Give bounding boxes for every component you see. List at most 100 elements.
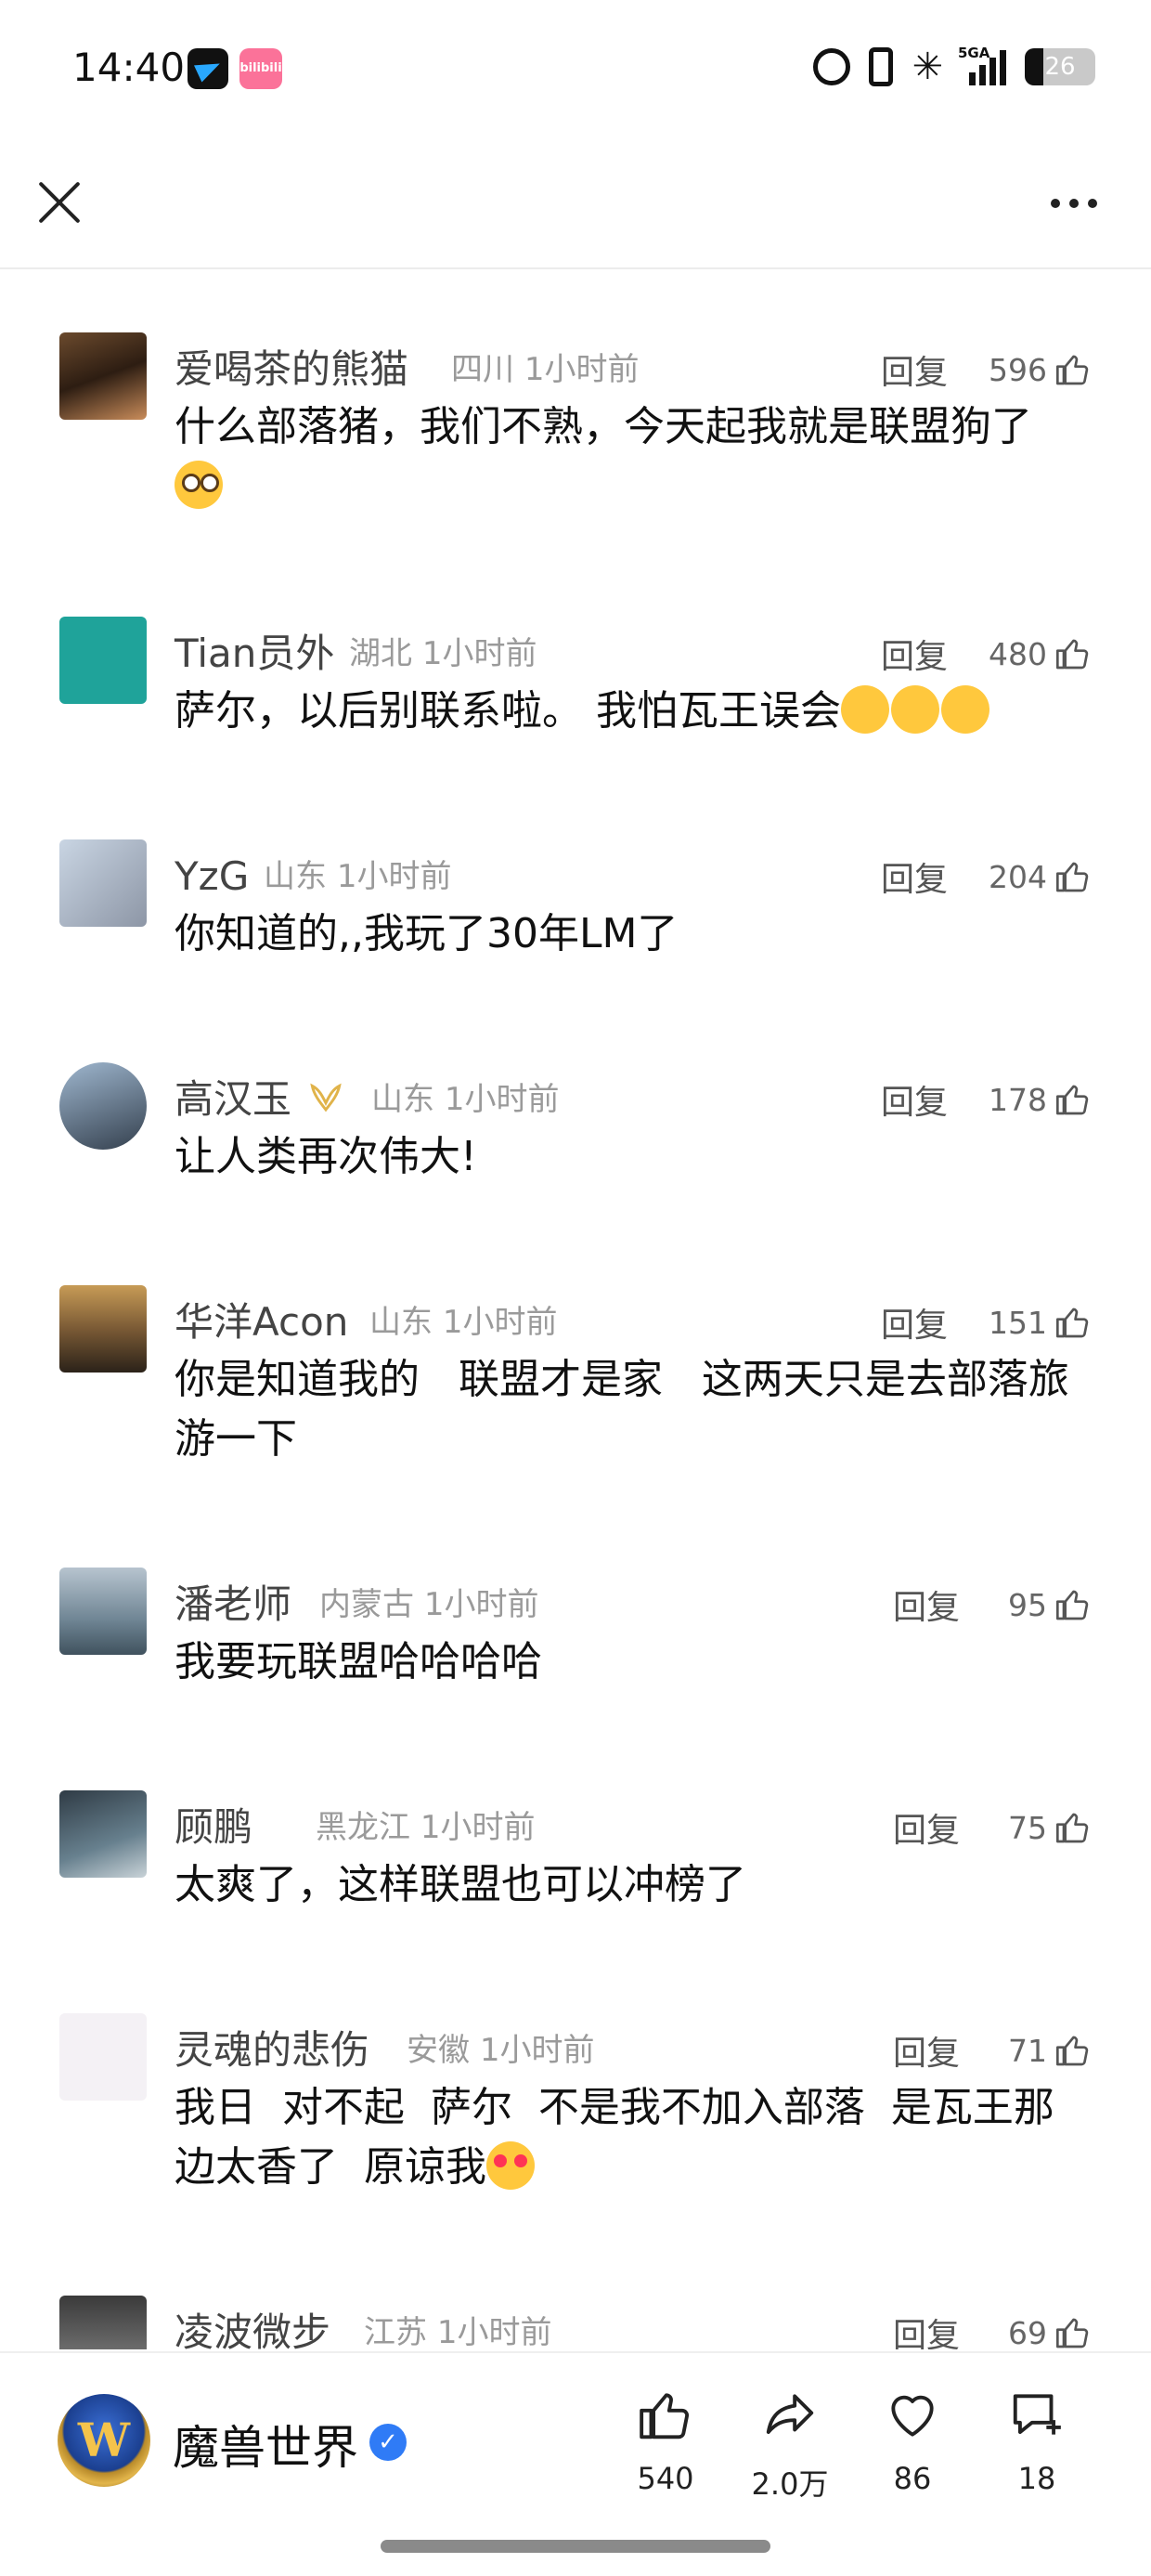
reply-button[interactable]: 回复 xyxy=(881,345,948,394)
thumbs-up-icon[interactable] xyxy=(1054,351,1092,388)
like-count: 178 xyxy=(989,1081,1047,1118)
reply-button[interactable]: 回复 xyxy=(881,630,948,678)
comment-meta: 内蒙古 1小时前 xyxy=(319,1577,538,1633)
thumbs-up-icon[interactable] xyxy=(1054,2314,1092,2349)
pleading-face-icon xyxy=(175,461,223,509)
loudly-crying-face-icon xyxy=(941,685,989,734)
comment-text: 萨尔，以后别联系啦。 我怕瓦王误会 xyxy=(175,682,1093,741)
favorite-button[interactable]: 86 xyxy=(861,2387,963,2496)
comment-location: 江苏 xyxy=(364,2314,427,2349)
comment-meta: 山东 1小时前 xyxy=(369,1295,557,1350)
comment-text: 我要玩联盟哈哈哈哈 xyxy=(175,1638,542,1685)
avatar[interactable] xyxy=(59,839,147,927)
favorite-count: 86 xyxy=(893,2461,932,2496)
like-count: 540 xyxy=(637,2461,694,2496)
heart-icon xyxy=(891,2395,934,2437)
avatar[interactable] xyxy=(59,332,147,420)
comment-button[interactable]: 18 xyxy=(986,2387,1088,2496)
vip-ribbon-icon xyxy=(310,1083,342,1112)
bilibili-notification-icon: bilibili xyxy=(239,48,282,89)
commenter-name[interactable]: 潘老师 xyxy=(175,1577,291,1633)
avatar[interactable] xyxy=(59,617,147,704)
like-button[interactable]: 540 xyxy=(614,2387,717,2496)
avatar[interactable] xyxy=(59,1568,147,1655)
close-icon[interactable] xyxy=(35,178,84,227)
commenter-name[interactable]: Tian员外 xyxy=(175,626,334,682)
thumbs-up-icon[interactable] xyxy=(1054,1304,1092,1341)
reply-button[interactable]: 回复 xyxy=(893,1581,960,1629)
commenter-name[interactable]: 顾鹏 xyxy=(175,1800,252,1855)
reply-button[interactable]: 回复 xyxy=(881,1298,948,1347)
avatar[interactable] xyxy=(59,1285,147,1373)
status-bar: 14:40 bilibili ✳ 5GA 26 xyxy=(0,0,1151,139)
more-icon[interactable] xyxy=(1051,199,1097,208)
reply-button[interactable]: 回复 xyxy=(881,852,948,901)
comment-meta: 黑龙江 1小时前 xyxy=(316,1800,535,1855)
commenter-name[interactable]: 灵魂的悲伤 xyxy=(175,2023,369,2078)
bluetooth-icon: ✳ xyxy=(912,46,943,88)
commenter-name[interactable]: 凌波微步 xyxy=(175,2305,330,2349)
comment-location: 山东 xyxy=(369,1304,433,1341)
comment-add-icon xyxy=(1013,2394,1061,2435)
comment-meta: 安徽 1小时前 xyxy=(407,2023,594,2078)
comment-time: 1小时前 xyxy=(423,1586,539,1623)
commenter-name[interactable]: YzG xyxy=(175,849,249,904)
comment-item: 华洋Acon 山东 1小时前 回复 151 你是知道我的 联盟才是家 这两天只是… xyxy=(0,1285,1151,1508)
comment-text: 我日 对不起 萨尔 不是我不加入部落 是瓦王那边太香了 原谅我 xyxy=(175,2084,1054,2191)
reply-button[interactable]: 回复 xyxy=(893,2026,960,2075)
comment-time: 1小时前 xyxy=(479,2032,595,2069)
share-button[interactable]: 2.0万 xyxy=(739,2387,841,2504)
like-count: 151 xyxy=(989,1304,1047,1341)
world-of-warcraft-logo-icon[interactable] xyxy=(58,2394,150,2487)
thumbs-up-icon[interactable] xyxy=(1054,858,1092,895)
reply-button[interactable]: 回复 xyxy=(881,1075,948,1124)
comment-item: 高汉玉 山东 1小时前 回复 178 让人类再次伟大! xyxy=(0,1062,1151,1229)
comment-time: 1小时前 xyxy=(442,1304,558,1341)
comment-location: 山东 xyxy=(264,858,327,895)
comment-meta: 江苏 1小时前 xyxy=(364,2305,551,2349)
comment-meta: 山东 1小时前 xyxy=(371,1072,559,1127)
status-time: 14:40 xyxy=(72,45,186,90)
comment-meta: 四川 1小时前 xyxy=(451,342,639,397)
comment-item: 顾鹏 黑龙江 1小时前 回复 75 太爽了，这样联盟也可以冲榜了 xyxy=(0,1790,1151,1958)
thumbs-up-icon[interactable] xyxy=(1054,1809,1092,1846)
like-count: 95 xyxy=(1008,1586,1047,1623)
thumbs-up-icon xyxy=(640,2393,689,2439)
comment-text: 你是知道我的 联盟才是家 这两天只是去部落旅游一下 xyxy=(175,1356,1069,1463)
comment-meta: 山东 1小时前 xyxy=(264,849,451,904)
like-count: 480 xyxy=(989,635,1047,672)
comment-text: 太爽了，这样联盟也可以冲榜了 xyxy=(175,1861,746,1908)
vibrate-icon xyxy=(869,47,894,86)
like-count: 596 xyxy=(989,351,1047,388)
like-count: 204 xyxy=(989,858,1047,895)
comment-location: 湖北 xyxy=(349,635,412,672)
avatar[interactable] xyxy=(59,1062,147,1150)
avatar[interactable] xyxy=(59,1790,147,1878)
reply-button[interactable]: 回复 xyxy=(893,1803,960,1852)
like-count: 69 xyxy=(1008,2314,1047,2350)
signal-icon: 5GA xyxy=(958,45,1006,85)
thumbs-up-icon[interactable] xyxy=(1054,1586,1092,1623)
comment-time: 1小时前 xyxy=(444,1081,560,1118)
comment-location: 安徽 xyxy=(407,2032,470,2069)
thumbs-up-icon[interactable] xyxy=(1054,635,1092,672)
comment-item: YzG 山东 1小时前 回复 204 你知道的,,我玩了30年LM了 xyxy=(0,839,1151,1007)
comment-item: 爱喝茶的熊猫 四川 1小时前 回复 596 什么部落猪，我们不熟，今天起我就是联… xyxy=(0,332,1151,537)
comment-time: 1小时前 xyxy=(421,635,537,672)
commenter-name[interactable]: 华洋Acon xyxy=(175,1295,348,1350)
battery-icon: 26 xyxy=(1025,48,1095,85)
app-notification-icon xyxy=(188,48,228,89)
heart-eyes-face-icon xyxy=(485,2141,535,2190)
reply-button[interactable]: 回复 xyxy=(893,2309,960,2349)
avatar[interactable] xyxy=(59,2296,147,2349)
commenter-name[interactable]: 高汉玉 xyxy=(175,1072,291,1127)
comment-location: 山东 xyxy=(371,1081,434,1118)
channel-name[interactable]: 魔兽世界 xyxy=(173,2411,358,2478)
thumbs-up-icon[interactable] xyxy=(1054,2032,1092,2069)
comment-time: 1小时前 xyxy=(336,858,452,895)
commenter-name[interactable]: 爱喝茶的熊猫 xyxy=(175,342,408,397)
avatar[interactable] xyxy=(59,2013,147,2101)
comment-list[interactable]: 爱喝茶的熊猫 四川 1小时前 回复 596 什么部落猪，我们不熟，今天起我就是联… xyxy=(0,269,1151,2349)
thumbs-up-icon[interactable] xyxy=(1054,1081,1092,1118)
home-indicator[interactable] xyxy=(381,2540,770,2553)
